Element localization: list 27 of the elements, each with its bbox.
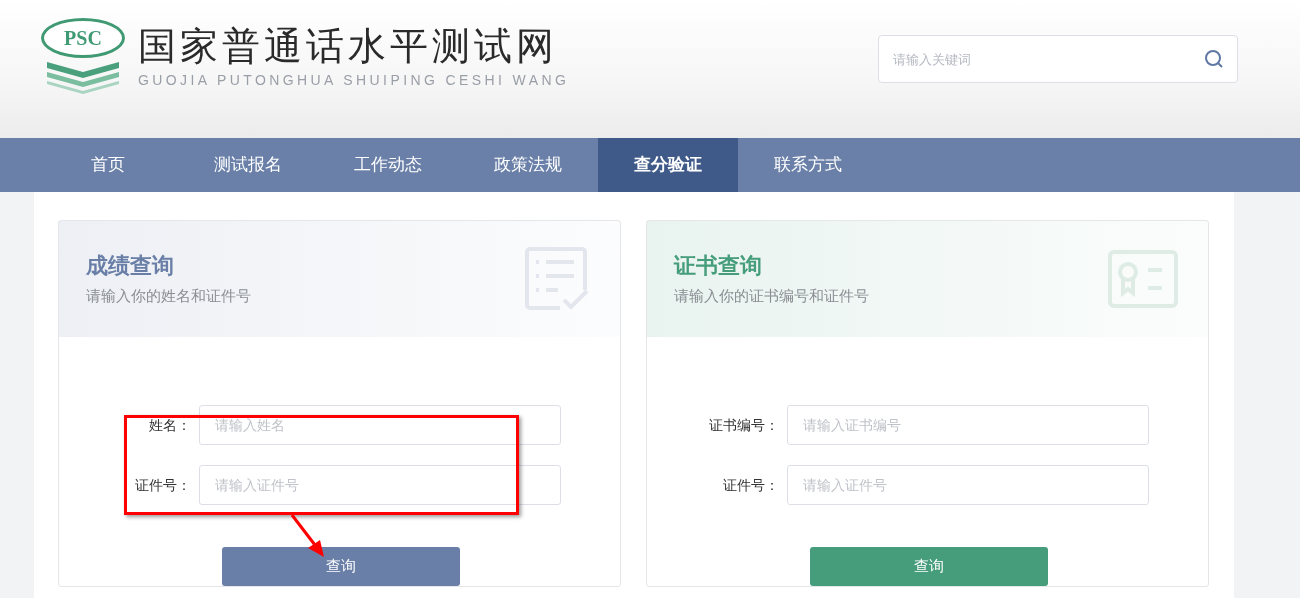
nav-tab[interactable]: 工作动态: [318, 138, 458, 192]
site-subtitle: GUOJIA PUTONGHUA SHUIPING CESHI WANG: [138, 71, 570, 90]
field-label: 姓名：: [149, 415, 191, 435]
nav-tab[interactable]: 联系方式: [738, 138, 878, 192]
card-title: 成绩查询: [86, 251, 175, 280]
input-field[interactable]: 请输入证件号: [199, 465, 561, 505]
search-icon[interactable]: [1204, 49, 1224, 69]
card-subtitle: 请输入你的证书编号和证件号: [674, 285, 869, 306]
site-title: 国家普通话水平测试网: [138, 26, 559, 66]
nav-tab[interactable]: 政策法规: [458, 138, 598, 192]
input-field[interactable]: 请输入证件号: [787, 465, 1149, 505]
checklist-icon: [524, 246, 590, 312]
input-field[interactable]: 请输入姓名: [199, 405, 561, 445]
input-field[interactable]: 请输入证书编号: [787, 405, 1149, 445]
field-label: 证件号：: [135, 475, 191, 495]
card-title: 证书查询: [674, 251, 763, 280]
query-button[interactable]: 查询: [222, 547, 460, 586]
query-button[interactable]: 查询: [810, 547, 1048, 586]
search-field[interactable]: 请输入关键词: [878, 35, 1238, 83]
field-label: 证书编号：: [709, 415, 779, 435]
nav-tab[interactable]: 首页: [38, 138, 178, 192]
nav-tab[interactable]: 测试报名: [178, 138, 318, 192]
field-label: 证件号：: [723, 475, 779, 495]
card-subtitle: 请输入你的姓名和证件号: [86, 285, 251, 306]
nav-tab[interactable]: 查分验证: [598, 138, 738, 192]
logo-badge: PSC: [41, 18, 125, 58]
certificate-icon: [1108, 250, 1178, 308]
